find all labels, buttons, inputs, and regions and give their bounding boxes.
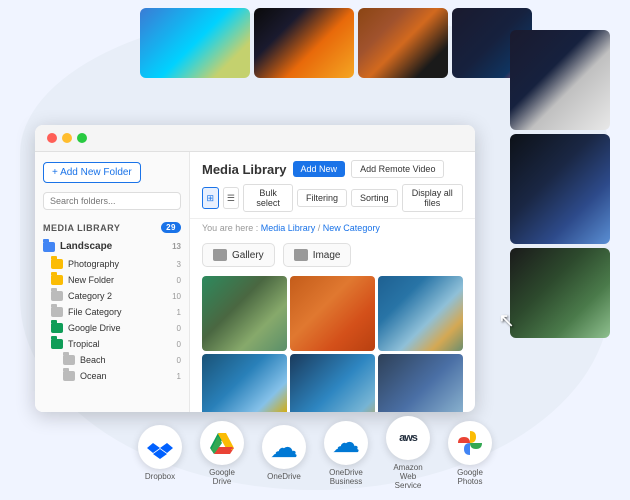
folder-cards-row: Gallery Image xyxy=(190,237,475,273)
mouse-cursor: ↖ xyxy=(498,308,515,333)
services-bar: Dropbox Google Drive ☁ OneDrive ☁ OneDri… xyxy=(138,416,492,490)
window-body: + Add New Folder MEDIA LIBRARY 29 Landsc… xyxy=(35,152,475,412)
media-library-count-badge: 29 xyxy=(161,222,181,233)
close-dot[interactable] xyxy=(47,133,57,143)
list-view-button[interactable]: ☰ xyxy=(223,187,240,209)
fire-spiral-photo xyxy=(254,8,354,78)
star-trails-photo xyxy=(510,30,610,130)
tropical-folder-icon xyxy=(51,339,63,349)
toolbar-row: ⊞ ☰ Bulk select Filtering Sorting Displa… xyxy=(202,184,463,212)
ocean-folder-icon xyxy=(63,371,75,381)
aerial-city-photo xyxy=(140,8,250,78)
aws-label: Amazon Web Service xyxy=(386,463,430,490)
onedrive-business-icon[interactable]: ☁ xyxy=(324,421,368,465)
category2-folder[interactable]: Category 2 10 xyxy=(35,288,189,304)
gallery-folder-card-icon xyxy=(213,249,227,261)
onedrive-business-label: OneDrive Business xyxy=(324,468,368,486)
google-photos-service: Google Photos xyxy=(448,421,492,486)
aws-icon[interactable]: aws xyxy=(386,416,430,460)
media-library-title: Media Library xyxy=(202,162,287,177)
main-window: + Add New Folder MEDIA LIBRARY 29 Landsc… xyxy=(35,125,475,412)
breadcrumb: You are here : Media Library / New Categ… xyxy=(190,219,475,237)
tropical-folder[interactable]: Tropical 0 xyxy=(35,336,189,352)
image-canyon[interactable] xyxy=(290,276,375,351)
ocean-folder[interactable]: Ocean 1 xyxy=(35,368,189,384)
onedrive-service: ☁ OneDrive xyxy=(262,425,306,481)
maximize-dot[interactable] xyxy=(77,133,87,143)
dropbox-label: Dropbox xyxy=(145,472,175,481)
file-category-icon xyxy=(51,307,63,317)
breadcrumb-library-link[interactable]: Media Library xyxy=(261,223,316,233)
onedrive-label: OneDrive xyxy=(267,472,301,481)
grid-view-button[interactable]: ⊞ xyxy=(202,187,219,209)
image-folder-card[interactable]: Image xyxy=(283,243,352,267)
google-photos-label: Google Photos xyxy=(448,468,492,486)
google-drive-service: Google Drive xyxy=(200,421,244,486)
file-category-folder[interactable]: File Category 1 xyxy=(35,304,189,320)
image-aerial[interactable] xyxy=(290,354,375,412)
filtering-button[interactable]: Filtering xyxy=(297,189,347,207)
sidebar: + Add New Folder MEDIA LIBRARY 29 Landsc… xyxy=(35,152,190,412)
top-photos-strip xyxy=(140,8,532,78)
right-photos xyxy=(510,30,610,338)
photography-folder-icon xyxy=(51,259,63,269)
window-titlebar xyxy=(35,125,475,152)
sorting-button[interactable]: Sorting xyxy=(351,189,398,207)
content-header: Media Library Add New Add Remote Video ⊞… xyxy=(190,152,475,219)
image-mountains[interactable] xyxy=(378,276,463,351)
onedrive-icon[interactable]: ☁ xyxy=(262,425,306,469)
beach-folder-icon xyxy=(63,355,75,365)
temple-photo xyxy=(358,8,448,78)
beach-folder[interactable]: Beach 0 xyxy=(35,352,189,368)
new-folder-icon xyxy=(51,275,63,285)
media-library-label: MEDIA LIBRARY 29 xyxy=(35,218,189,237)
dropbox-service: Dropbox xyxy=(138,425,182,481)
image-folder-card-icon xyxy=(294,249,308,261)
night-sky-photo xyxy=(510,134,610,244)
landscape-folder-icon xyxy=(43,242,55,252)
image-coastal[interactable] xyxy=(202,354,287,412)
aws-service: aws Amazon Web Service xyxy=(386,416,430,490)
new-folder-item[interactable]: New Folder 0 xyxy=(35,272,189,288)
add-new-folder-button[interactable]: + Add New Folder xyxy=(43,162,141,183)
header-top-row: Media Library Add New Add Remote Video xyxy=(202,160,463,178)
google-photos-icon[interactable] xyxy=(448,421,492,465)
image-bali[interactable] xyxy=(202,276,287,351)
bulk-select-button[interactable]: Bulk select xyxy=(243,184,293,212)
add-new-button[interactable]: Add New xyxy=(293,161,346,177)
display-all-button[interactable]: Display all files xyxy=(402,184,463,212)
google-drive-service-icon[interactable] xyxy=(200,421,244,465)
onedrive-business-service: ☁ OneDrive Business xyxy=(324,421,368,486)
image-extra[interactable] xyxy=(378,354,463,412)
landscape-folder-item[interactable]: Landscape 13 xyxy=(35,237,189,256)
dropbox-icon[interactable] xyxy=(138,425,182,469)
google-drive-service-label: Google Drive xyxy=(200,468,244,486)
image-grid xyxy=(190,273,475,412)
mountain-photo xyxy=(510,248,610,338)
breadcrumb-current-link[interactable]: New Category xyxy=(323,223,380,233)
search-folders-input[interactable] xyxy=(43,192,181,210)
google-drive-folder[interactable]: Google Drive 0 xyxy=(35,320,189,336)
photography-folder[interactable]: Photography 3 xyxy=(35,256,189,272)
minimize-dot[interactable] xyxy=(62,133,72,143)
google-drive-icon xyxy=(51,323,63,333)
add-remote-video-button[interactable]: Add Remote Video xyxy=(351,160,444,178)
landscape-count: 13 xyxy=(172,242,181,251)
category2-folder-icon xyxy=(51,291,63,301)
main-content: Media Library Add New Add Remote Video ⊞… xyxy=(190,152,475,412)
gallery-folder-card[interactable]: Gallery xyxy=(202,243,275,267)
